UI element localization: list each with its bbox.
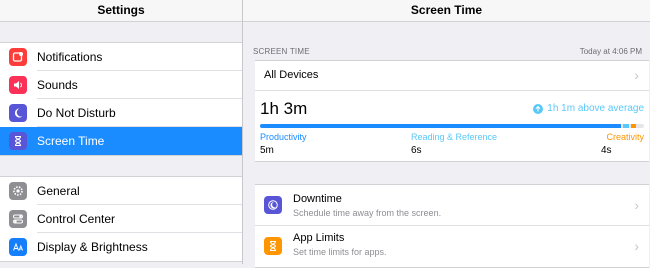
- downtime-title: Downtime: [293, 193, 342, 205]
- moon-icon: [9, 104, 27, 122]
- category-productivity-label: Productivity: [260, 132, 307, 142]
- usage-bar-reading-reference: [622, 124, 629, 128]
- section-label: SCREEN TIME: [253, 47, 310, 56]
- downtime-subtitle: Schedule time away from the screen.: [293, 208, 442, 218]
- sidebar-group-2: General Control Center Display & Brightn…: [0, 176, 242, 262]
- notifications-icon: [9, 48, 27, 66]
- hourglass-icon: [9, 132, 27, 150]
- toggles-icon: [9, 210, 27, 228]
- usage-bar-productivity: [260, 124, 621, 128]
- sidebar-item-label: Screen Time: [37, 134, 105, 148]
- category-reading-value: 6s: [411, 145, 422, 156]
- all-devices-label: All Devices: [264, 69, 319, 81]
- speaker-icon: [9, 76, 27, 94]
- gear-icon: [9, 182, 27, 200]
- sidebar-item-general[interactable]: General: [0, 177, 242, 205]
- usage-card: All Devices › 1h 3m 1h 1m above average …: [255, 60, 649, 162]
- sidebar-item-sounds[interactable]: Sounds: [0, 71, 242, 99]
- sidebar-item-control-center[interactable]: Control Center: [0, 205, 242, 233]
- usage-summary[interactable]: 1h 3m 1h 1m above average Productivity 5…: [255, 91, 649, 161]
- sidebar-group-1: Notifications Sounds Do Not Disturb Scre…: [0, 42, 242, 156]
- downtime-row[interactable]: Downtime Schedule time away from the scr…: [255, 185, 649, 226]
- average-delta-text: 1h 1m above average: [547, 103, 644, 114]
- category-reading-label: Reading & Reference: [411, 132, 498, 142]
- category-productivity-value: 5m: [260, 145, 274, 156]
- downtime-icon: [264, 196, 282, 214]
- sidebar-item-label: Display & Brightness: [37, 240, 148, 254]
- sidebar-title: Settings: [0, 0, 242, 22]
- detail-title: Screen Time: [243, 0, 650, 22]
- all-devices-row[interactable]: All Devices ›: [255, 61, 649, 91]
- arrow-up-circle-icon: [533, 103, 544, 114]
- sidebar-item-notifications[interactable]: Notifications: [0, 43, 242, 71]
- sidebar-item-label: Control Center: [37, 212, 116, 226]
- usage-bar-creativity: [630, 124, 637, 128]
- sidebar-item-label: General: [37, 184, 80, 198]
- sidebar-item-label: Do Not Disturb: [37, 106, 116, 120]
- average-delta: 1h 1m above average: [533, 103, 644, 114]
- sidebar-item-do-not-disturb[interactable]: Do Not Disturb: [0, 99, 242, 127]
- app-limits-row[interactable]: App Limits Set time limits for apps. ›: [255, 226, 649, 266]
- sidebar-item-label: Notifications: [37, 50, 103, 64]
- category-creativity-value: 4s: [601, 145, 612, 156]
- sidebar-item-label: Sounds: [37, 78, 78, 92]
- display-brightness-icon: [9, 238, 27, 256]
- settings-sidebar: Settings Notifications Sounds Do Not Dis…: [0, 0, 243, 264]
- usage-bar: [260, 124, 644, 128]
- chevron-right-icon: ›: [634, 197, 639, 213]
- app-limits-subtitle: Set time limits for apps.: [293, 247, 387, 257]
- today-timestamp: Today at 4:06 PM: [579, 47, 642, 56]
- app-limits-title: App Limits: [293, 232, 345, 244]
- settings-rows-card: Downtime Schedule time away from the scr…: [255, 184, 649, 268]
- total-time: 1h 3m: [260, 99, 308, 118]
- sidebar-item-screen-time[interactable]: Screen Time: [0, 127, 242, 155]
- chevron-right-icon: ›: [634, 67, 639, 83]
- chevron-right-icon: ›: [634, 238, 639, 254]
- sidebar-item-display-brightness[interactable]: Display & Brightness: [0, 233, 242, 261]
- category-creativity-label: Creativity: [606, 132, 644, 142]
- hourglass-icon: [264, 237, 282, 255]
